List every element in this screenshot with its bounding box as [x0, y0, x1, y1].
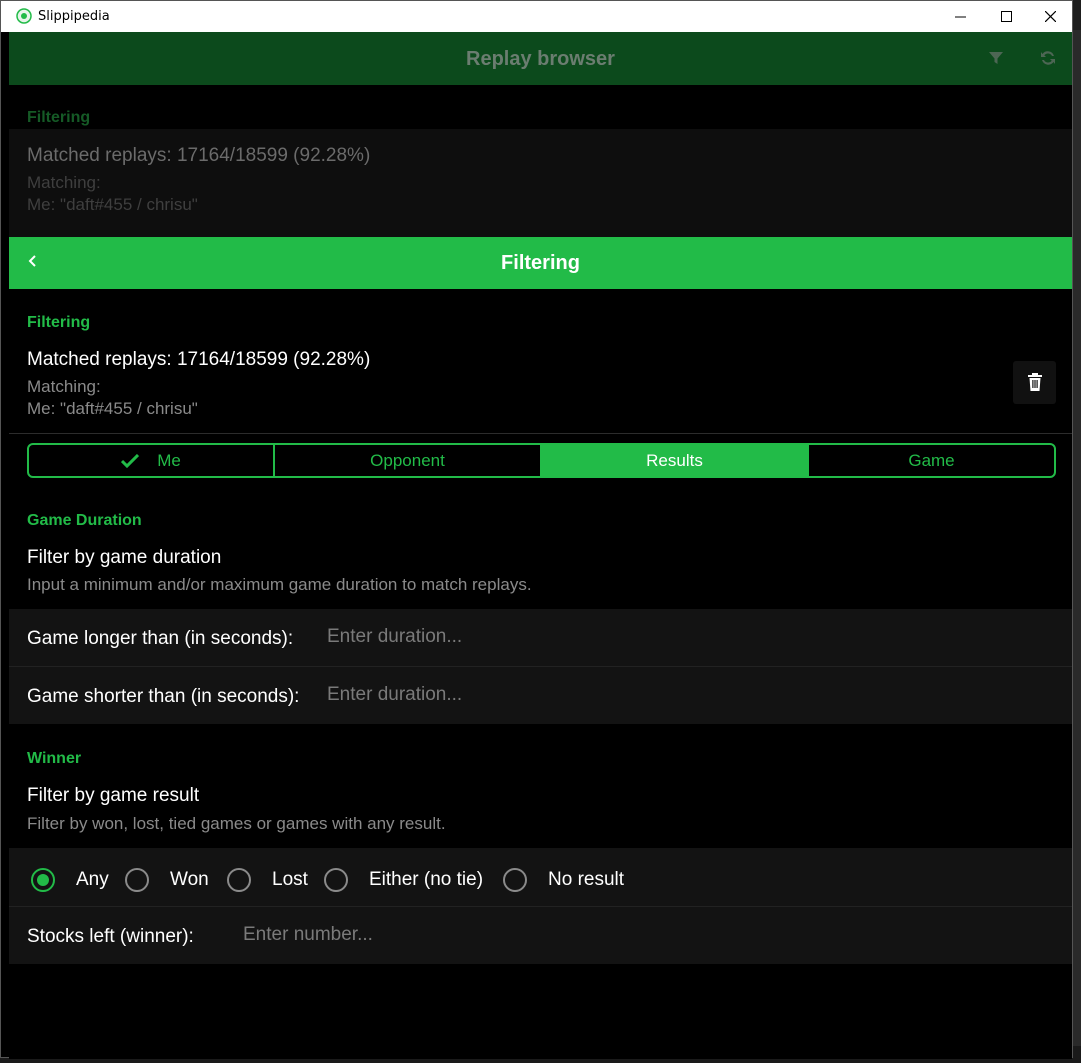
- background-matching-label: Matching:: [27, 173, 101, 192]
- winner-section-label: Winner: [27, 750, 82, 767]
- background-section-label: Filtering: [27, 109, 91, 126]
- radio-either-label: Either (no tie): [369, 869, 484, 890]
- app-logo-icon: [16, 8, 32, 24]
- title-bar: Slippipedia: [1, 1, 1072, 32]
- radio-won[interactable]: Won: [125, 868, 209, 892]
- radio-either-no-tie[interactable]: Either (no tie): [324, 868, 483, 892]
- game-shorter-label: Game shorter than (in seconds):: [27, 686, 300, 707]
- sheet-title: Filtering: [501, 252, 580, 274]
- maximize-icon: [1000, 11, 1012, 22]
- radio-lost-label: Lost: [272, 869, 308, 890]
- matching-label: Matching:: [27, 377, 101, 396]
- tab-results[interactable]: Results: [542, 445, 809, 476]
- radio-lost[interactable]: Lost: [227, 868, 308, 892]
- radio-no-result-label: No result: [548, 869, 625, 890]
- tab-results-label: Results: [646, 450, 703, 470]
- game-duration-title: Filter by game duration: [27, 547, 222, 568]
- background-summary: Matched replays: 17164/18599 (92.28%) Ma…: [9, 129, 1072, 237]
- radio-any-circle: [31, 868, 55, 892]
- tab-me[interactable]: Me: [29, 445, 275, 476]
- maximize-button[interactable]: [983, 1, 1029, 32]
- radio-won-label: Won: [170, 869, 209, 890]
- background-app-header: Replay browser: [9, 32, 1072, 85]
- matched-replays-text: Matched replays: 17164/18599 (92.28%): [27, 349, 371, 370]
- check-icon: [121, 453, 140, 468]
- game-duration-description: Input a minimum and/or maximum game dura…: [27, 575, 532, 594]
- game-shorter-input[interactable]: [327, 684, 727, 706]
- radio-won-circle: [125, 868, 149, 892]
- close-button[interactable]: [1027, 1, 1073, 32]
- close-icon: [1044, 10, 1056, 23]
- minimize-icon: [954, 16, 966, 18]
- filter-tabs: Me Opponent Results Game: [27, 443, 1056, 478]
- tab-game-label: Game: [908, 450, 955, 470]
- filtering-section-label: Filtering: [27, 314, 91, 331]
- sheet-header: Filtering: [9, 237, 1072, 289]
- tab-me-label: Me: [157, 450, 181, 470]
- winner-description: Filter by won, lost, tied games or games…: [27, 814, 446, 833]
- divider: [9, 433, 1072, 434]
- app-window: Slippipedia Replay browser Filtering Mat…: [0, 0, 1073, 1059]
- empty-area: [9, 964, 1072, 1059]
- game-result-radio-row: Any Won Lost Either (no tie) No result: [9, 848, 1072, 906]
- me-filter-summary: Me: "daft#455 / chrisu": [27, 399, 198, 418]
- clear-filters-button[interactable]: [1013, 361, 1056, 404]
- radio-no-result[interactable]: No result: [503, 868, 624, 892]
- radio-any[interactable]: Any: [31, 868, 109, 892]
- background-me-filter: Me: "daft#455 / chrisu": [27, 195, 198, 214]
- radio-no-result-circle: [503, 868, 527, 892]
- tab-opponent-label: Opponent: [370, 450, 445, 470]
- stocks-left-label: Stocks left (winner):: [27, 926, 194, 947]
- refresh-icon[interactable]: [1038, 48, 1058, 68]
- game-longer-label: Game longer than (in seconds):: [27, 628, 294, 649]
- game-longer-row: Game longer than (in seconds):: [9, 609, 1072, 666]
- stocks-left-input[interactable]: [243, 924, 643, 946]
- tab-game[interactable]: Game: [809, 445, 1054, 476]
- winner-title: Filter by game result: [27, 785, 200, 806]
- desktop-edge: [1072, 30, 1081, 1046]
- minimize-button[interactable]: [937, 1, 983, 32]
- radio-lost-circle: [227, 868, 251, 892]
- radio-any-label: Any: [76, 869, 109, 890]
- game-longer-input[interactable]: [327, 626, 727, 648]
- background-header-title: Replay browser: [466, 48, 615, 70]
- trash-icon: [1028, 373, 1042, 391]
- stocks-left-row: Stocks left (winner):: [9, 907, 1072, 964]
- filter-icon[interactable]: [986, 48, 1006, 68]
- filtering-sheet: Filtering Filtering Matched replays: 171…: [9, 237, 1072, 964]
- tab-opponent[interactable]: Opponent: [275, 445, 542, 476]
- game-shorter-row: Game shorter than (in seconds):: [9, 667, 1072, 724]
- window-title: Slippipedia: [38, 9, 110, 24]
- radio-either-circle: [324, 868, 348, 892]
- background-matched-text: Matched replays: 17164/18599 (92.28%): [27, 145, 371, 166]
- game-duration-section-label: Game Duration: [27, 512, 142, 529]
